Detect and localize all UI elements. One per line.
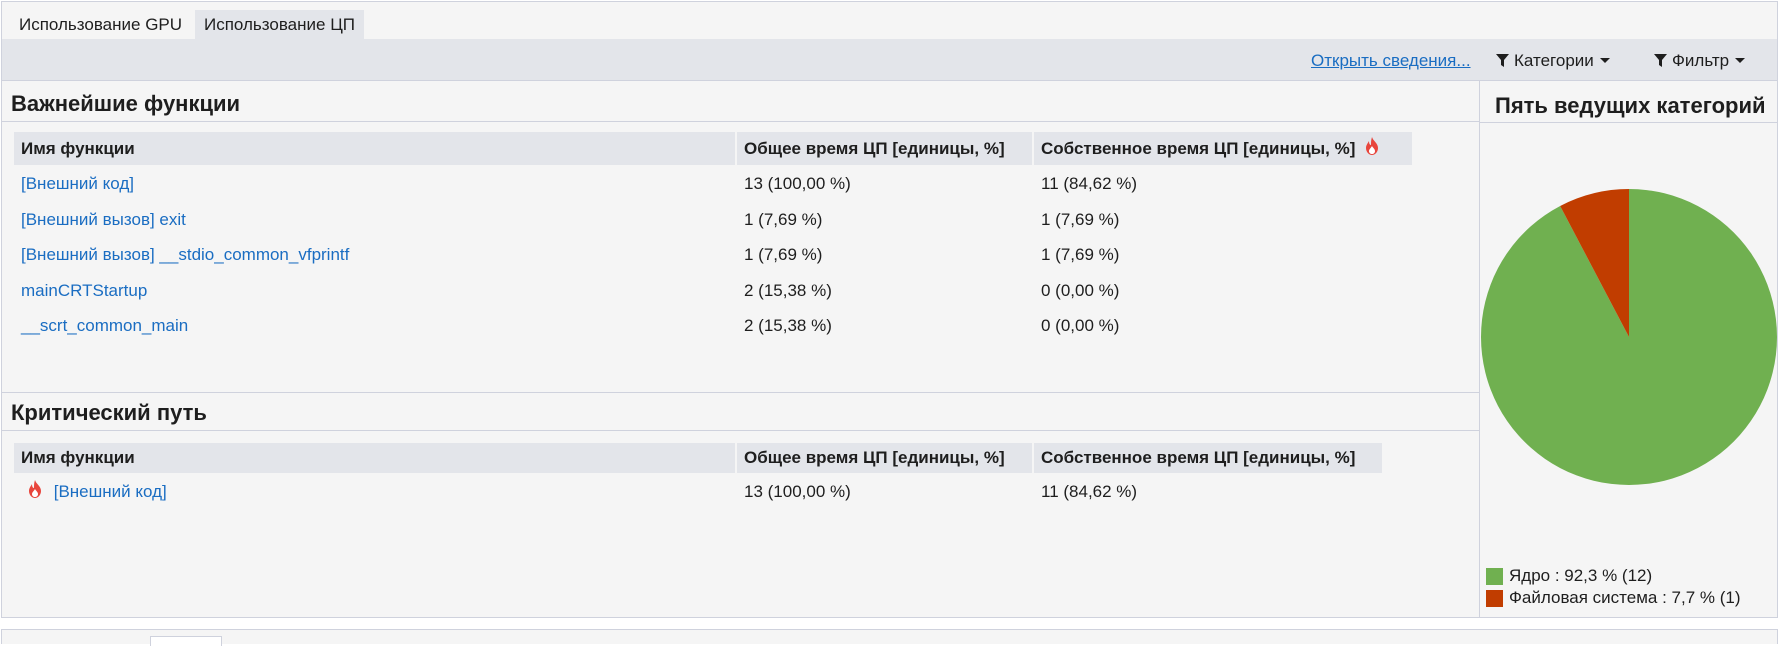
- self-cpu-value: 0 (0,00 %): [1041, 281, 1120, 300]
- filter-dropdown[interactable]: Фильтр: [1654, 51, 1746, 71]
- tab-strip: Использование GPU Использование ЦП: [2, 2, 1777, 39]
- filter-funnel-icon: [1496, 54, 1509, 68]
- flame-icon: [1364, 137, 1380, 160]
- filter-label: Фильтр: [1672, 51, 1730, 70]
- pie-chart: [1481, 189, 1777, 485]
- pie-legend: Ядро : 92,3 % (12) Файловая система : 7,…: [1486, 565, 1741, 609]
- flame-icon: [27, 478, 43, 508]
- function-name-link[interactable]: [Внешний код]: [54, 482, 167, 501]
- total-cpu-value: 2 (15,38 %): [744, 316, 832, 335]
- function-name-link[interactable]: [Внешний вызов] exit: [14, 205, 186, 235]
- legend-item-filesystem: Файловая система : 7,7 % (1): [1486, 587, 1741, 609]
- legend-swatch: [1486, 567, 1503, 585]
- column-header-self-cpu[interactable]: Собственное время ЦП [единицы, %]: [1034, 132, 1412, 165]
- categories-label: Категории: [1514, 51, 1594, 70]
- legend-label: Ядро : 92,3 % (12): [1509, 566, 1653, 585]
- section-divider: [2, 430, 1479, 431]
- hot-functions-title: Важнейшие функции: [11, 91, 241, 116]
- categories-dropdown[interactable]: Категории: [1496, 51, 1611, 71]
- filter-funnel-icon: [1654, 54, 1667, 68]
- cpu-usage-report-window: Использование GPU Использование ЦП Откры…: [1, 1, 1778, 618]
- top-categories-pane: Пять ведущих категорий Ядро : 92,3 % (12…: [1479, 81, 1777, 618]
- tab-cpu-usage[interactable]: Использование ЦП: [195, 10, 364, 39]
- total-cpu-value: 1 (7,69 %): [744, 210, 823, 229]
- section-divider: [1480, 122, 1777, 123]
- bottom-panel-strip: [1, 629, 1778, 646]
- self-cpu-value: 1 (7,69 %): [1041, 245, 1120, 264]
- legend-item-kernel: Ядро : 92,3 % (12): [1486, 565, 1741, 587]
- column-header-total-cpu[interactable]: Общее время ЦП [единицы, %]: [737, 443, 1032, 473]
- total-cpu-value: 13 (100,00 %): [744, 174, 851, 193]
- section-divider: [2, 392, 1479, 393]
- self-cpu-value: 11 (84,62 %): [1041, 482, 1138, 501]
- toolbar: Открыть сведения... Категории Фильтр: [2, 39, 1777, 81]
- column-header-function-name[interactable]: Имя функции: [14, 443, 735, 473]
- column-header-function-name[interactable]: Имя функции: [14, 132, 735, 165]
- open-details-link[interactable]: Открыть сведения...: [1311, 51, 1471, 71]
- total-cpu-value: 1 (7,69 %): [744, 245, 823, 264]
- column-header-total-cpu[interactable]: Общее время ЦП [единицы, %]: [737, 132, 1032, 165]
- hot-path-title: Критический путь: [11, 400, 207, 425]
- chevron-down-icon: [1599, 57, 1611, 65]
- total-cpu-value: 13 (100,00 %): [744, 482, 851, 501]
- function-name-link[interactable]: [Внешний код]: [14, 169, 134, 199]
- self-cpu-value: 1 (7,69 %): [1041, 210, 1120, 229]
- column-header-self-cpu[interactable]: Собственное время ЦП [единицы, %]: [1034, 443, 1382, 473]
- function-name-link[interactable]: mainCRTStartup: [14, 276, 147, 306]
- functions-pane: Важнейшие функции Имя функции Общее врем…: [2, 81, 1479, 618]
- self-cpu-value: 11 (84,62 %): [1041, 174, 1138, 193]
- legend-swatch: [1486, 589, 1503, 607]
- self-cpu-value: 0 (0,00 %): [1041, 316, 1120, 335]
- bottom-tab[interactable]: [150, 636, 222, 646]
- chevron-down-icon: [1734, 57, 1746, 65]
- function-name-link[interactable]: [Внешний вызов] __stdio_common_vfprintf: [14, 240, 349, 270]
- hot-path-name-cell: [Внешний код]: [14, 477, 167, 507]
- section-divider: [2, 121, 1479, 122]
- tab-gpu-usage[interactable]: Использование GPU: [10, 10, 192, 39]
- legend-label: Файловая система : 7,7 % (1): [1509, 588, 1741, 607]
- total-cpu-value: 2 (15,38 %): [744, 281, 832, 300]
- function-name-link[interactable]: __scrt_common_main: [14, 311, 188, 341]
- top-categories-title: Пять ведущих категорий: [1495, 93, 1766, 118]
